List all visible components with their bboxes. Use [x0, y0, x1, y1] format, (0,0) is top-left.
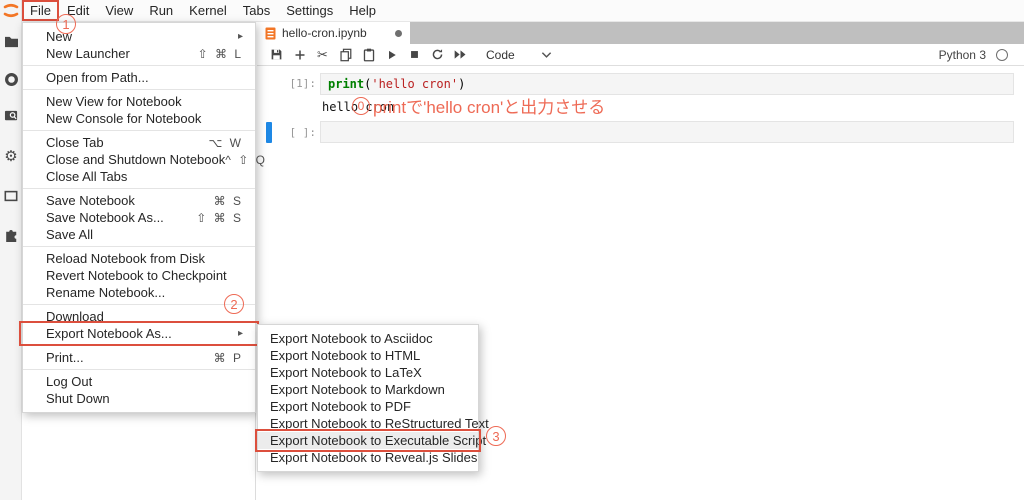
submenu-item-asciidoc[interactable]: Export Notebook to Asciidoc [258, 330, 478, 347]
menu-separator [23, 130, 255, 131]
kernel-indicator[interactable]: Python 3 [939, 48, 1008, 62]
cell1-input[interactable]: print('hello cron') [320, 73, 1014, 95]
code-keyword: print [328, 77, 365, 91]
menu-item-new-launcher[interactable]: New Launcher ⇧ ⌘ L [23, 45, 255, 62]
shortcut-label: ⌘ S [213, 193, 243, 208]
command-palette-icon[interactable] [0, 105, 22, 127]
open-tabs-icon[interactable] [0, 185, 22, 207]
code-paren-open: ( [364, 77, 372, 91]
menu-separator [23, 369, 255, 370]
cell-type-dropdown[interactable]: Code [486, 48, 552, 62]
jupyterlab-window: ⚙ File Edit View Run Kernel Tabs Setting… [0, 0, 1024, 500]
menu-item-revert-checkpoint[interactable]: Revert Notebook to Checkpoint [23, 267, 255, 284]
property-inspector-icon[interactable]: ⚙ [0, 145, 22, 167]
submenu-arrow-icon: ▸ [237, 328, 243, 339]
code-string: 'hello cron' [371, 77, 459, 91]
submenu-arrow-icon: ▸ [237, 31, 243, 42]
menu-separator [23, 345, 255, 346]
menu-help[interactable]: Help [341, 0, 384, 21]
menu-separator [23, 188, 255, 189]
stop-kernel-button[interactable] [403, 44, 426, 66]
cell1-prompt: [1]: [289, 77, 317, 90]
menu-file[interactable]: File [22, 0, 59, 21]
submenu-item-html[interactable]: Export Notebook to HTML [258, 347, 478, 364]
run-cell-button[interactable] [380, 44, 403, 66]
menu-item-close-tab[interactable]: Close Tab ⌥ W [23, 134, 255, 151]
left-activity-bar: ⚙ [0, 0, 22, 500]
menu-run[interactable]: Run [141, 0, 181, 21]
submenu-item-revealjs-slides[interactable]: Export Notebook to Reveal.js Slides [258, 449, 478, 466]
menu-item-reload-from-disk[interactable]: Reload Notebook from Disk [23, 250, 255, 267]
running-sessions-icon[interactable] [0, 68, 22, 90]
gear-icon: ⚙ [4, 147, 18, 165]
menu-item-export-notebook-as[interactable]: Export Notebook As... ▸ [19, 321, 259, 346]
kernel-status-icon [996, 48, 1008, 61]
scissors-icon: ✂ [317, 46, 328, 62]
submenu-item-restructured-text[interactable]: Export Notebook to ReStructured Text [258, 415, 489, 432]
export-submenu: Export Notebook to Asciidoc Export Noteb… [255, 324, 489, 472]
submenu-item-markdown[interactable]: Export Notebook to Markdown [258, 381, 478, 398]
submenu-item-latex[interactable]: Export Notebook to LaTeX [258, 364, 478, 381]
code-paren-close: ) [458, 77, 466, 91]
extension-manager-icon[interactable] [0, 225, 22, 247]
menu-settings[interactable]: Settings [278, 0, 341, 21]
save-button[interactable] [265, 44, 288, 66]
menu-separator [23, 304, 255, 305]
jupyter-logo-icon [1, 2, 21, 20]
menu-edit[interactable]: Edit [59, 0, 97, 21]
shortcut-label: ⇧ ⌘ L [197, 46, 243, 61]
paste-cell-button[interactable] [357, 44, 380, 66]
cut-cell-button[interactable]: ✂ [311, 44, 334, 66]
tab-bar: hello-cron.ipynb [257, 22, 1024, 44]
menu-item-close-all-tabs[interactable]: Close All Tabs [23, 168, 255, 185]
notebook-file-icon [265, 27, 276, 39]
menu-item-save-all[interactable]: Save All [23, 226, 255, 243]
shortcut-label: ⇧ ⌘ S [196, 210, 243, 225]
menu-item-print[interactable]: Print... ⌘ P [23, 349, 255, 366]
menu-item-new-console[interactable]: New Console for Notebook [23, 110, 255, 127]
menu-bar: File Edit View Run Kernel Tabs Settings … [22, 0, 1024, 22]
shortcut-label: ⌘ P [213, 350, 243, 365]
submenu-item-executable-script[interactable]: Export Notebook to Executable Script [255, 429, 486, 452]
annotation-step0: 0 printで'hello cron'と出力させる [352, 93, 605, 118]
menu-item-new[interactable]: New ▸ [23, 28, 255, 45]
tab-hello-cron[interactable]: hello-cron.ipynb [257, 22, 410, 44]
annotation-step0-text: printで'hello cron'と出力させる [373, 98, 606, 117]
menu-separator [23, 246, 255, 247]
menu-view[interactable]: View [97, 0, 141, 21]
menu-separator [23, 65, 255, 66]
file-menu-dropdown: New ▸ New Launcher ⇧ ⌘ L Open from Path...… [19, 22, 265, 413]
unsaved-changes-dot[interactable] [395, 29, 402, 37]
restart-kernel-button[interactable] [426, 44, 449, 66]
menu-item-download[interactable]: Download [23, 308, 255, 325]
cell2-prompt: [ ]: [289, 126, 317, 139]
menu-item-save-notebook[interactable]: Save Notebook ⌘ S [23, 192, 255, 209]
add-cell-button[interactable] [288, 44, 311, 66]
tab-title: hello-cron.ipynb [282, 26, 367, 40]
copy-cell-button[interactable] [334, 44, 357, 66]
notebook-toolbar: ✂ Code Python 3 [257, 44, 1024, 66]
menu-item-rename-notebook[interactable]: Rename Notebook... [23, 284, 255, 301]
submenu-item-pdf[interactable]: Export Notebook to PDF [258, 398, 478, 415]
chevron-down-icon [541, 51, 551, 58]
menu-tabs[interactable]: Tabs [235, 0, 278, 21]
shortcut-label: ⌥ W [208, 135, 243, 150]
menu-item-shut-down[interactable]: Shut Down [23, 390, 255, 407]
menu-item-log-out[interactable]: Log Out [23, 373, 255, 390]
circled-zero: 0 [352, 96, 370, 115]
menu-item-open-from-path[interactable]: Open from Path... [23, 69, 255, 86]
menu-separator [23, 89, 255, 90]
kernel-name: Python 3 [938, 47, 986, 62]
active-cell-indicator [266, 122, 272, 143]
menu-kernel[interactable]: Kernel [181, 0, 235, 21]
menu-item-new-view[interactable]: New View for Notebook [23, 93, 255, 110]
cell2-input[interactable] [320, 121, 1014, 143]
file-browser-icon[interactable] [0, 30, 22, 52]
menu-item-close-shutdown[interactable]: Close and Shutdown Notebook ^ ⇧ Q [23, 151, 265, 168]
shortcut-label: ^ ⇧ Q [225, 152, 267, 167]
cell-type-value: Code [486, 47, 515, 62]
menu-item-save-notebook-as[interactable]: Save Notebook As... ⇧ ⌘ S [23, 209, 255, 226]
run-all-cells-button[interactable] [449, 44, 472, 66]
